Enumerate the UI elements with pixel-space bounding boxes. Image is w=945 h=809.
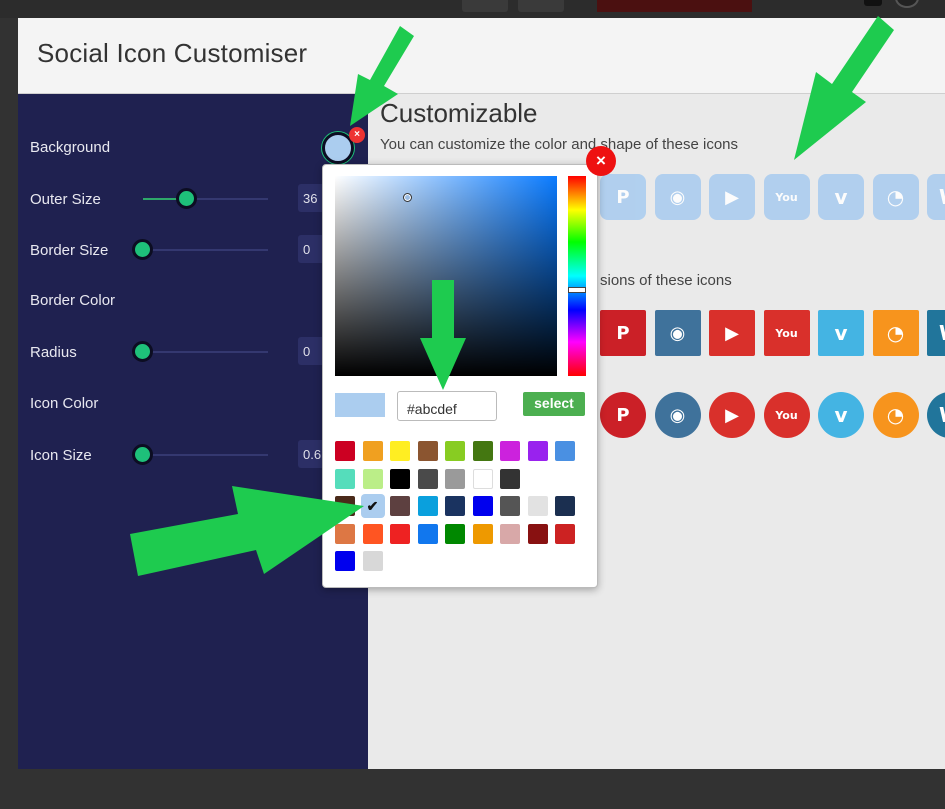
hue-slider-marker[interactable]: [568, 287, 586, 293]
picker-close-icon[interactable]: ×: [586, 146, 616, 176]
content-description: You can customize the color and shape of…: [380, 136, 739, 153]
palette-swatch[interactable]: [500, 496, 520, 516]
icon-size-label: Icon Size: [30, 447, 92, 464]
palette-swatch[interactable]: [555, 523, 575, 544]
radius-label: Radius: [30, 344, 77, 361]
instagram-icon[interactable]: ◉: [654, 174, 701, 220]
radius-slider-knob[interactable]: [132, 341, 153, 362]
palette-swatch[interactable]: [390, 496, 410, 516]
top-toggle-knob[interactable]: [895, 0, 919, 8]
border-size-slider-knob[interactable]: [132, 239, 153, 260]
youtube-classic-icon[interactable]: You: [763, 392, 810, 438]
border-size-slider-track[interactable]: [143, 249, 268, 251]
vimeo-icon[interactable]: v: [818, 392, 864, 438]
palette-swatch[interactable]: [445, 523, 465, 544]
radius-slider-track[interactable]: [143, 351, 268, 353]
rss-icon[interactable]: ◔: [872, 174, 919, 220]
arrow-icon: [420, 280, 466, 390]
palette-swatch[interactable]: [555, 496, 575, 516]
border-color-label: Border Color: [30, 292, 116, 309]
palette-swatch[interactable]: [527, 496, 548, 516]
pinterest-icon[interactable]: P: [600, 174, 646, 220]
top-red-button[interactable]: [597, 0, 752, 12]
hue-slider[interactable]: [568, 176, 586, 376]
hex-color-input[interactable]: [397, 391, 497, 421]
instagram-icon[interactable]: ◉: [654, 310, 701, 356]
youtube-icon[interactable]: ▶: [709, 310, 755, 356]
vimeo-icon[interactable]: v: [818, 310, 864, 356]
palette-swatch[interactable]: [472, 468, 493, 489]
top-tab-button[interactable]: [518, 0, 564, 12]
palette-swatch[interactable]: [555, 441, 575, 461]
arrow-icon: [130, 486, 364, 576]
arrow-icon: [794, 16, 894, 160]
border-size-label: Border Size: [30, 242, 109, 259]
instagram-icon[interactable]: ◉: [654, 392, 701, 438]
palette-swatch[interactable]: [472, 496, 493, 516]
youtube-classic-icon[interactable]: You: [763, 310, 810, 356]
palette-swatch[interactable]: [445, 496, 465, 516]
palette-swatch[interactable]: [500, 441, 520, 461]
palette-swatch[interactable]: [527, 523, 548, 544]
outer-size-label: Outer Size: [30, 191, 101, 208]
outer-size-slider-knob[interactable]: [175, 188, 197, 209]
background-label: Background: [30, 139, 111, 156]
palette-swatch[interactable]: [417, 496, 438, 516]
youtube-icon[interactable]: ▶: [709, 392, 755, 438]
palette-swatch[interactable]: [472, 441, 493, 461]
rss-icon[interactable]: ◔: [872, 392, 919, 438]
pinterest-icon[interactable]: P: [600, 310, 646, 356]
wordpress-icon[interactable]: W: [927, 392, 945, 438]
pinterest-icon[interactable]: P: [600, 392, 646, 438]
youtube-icon[interactable]: ▶: [709, 174, 755, 220]
vimeo-icon[interactable]: v: [818, 174, 864, 220]
palette-swatch[interactable]: [527, 441, 548, 461]
icon-size-slider-track[interactable]: [143, 454, 268, 456]
top-tab-button[interactable]: [462, 0, 508, 12]
select-button[interactable]: select: [523, 392, 585, 416]
content-description-partial: sions of these icons: [600, 272, 732, 289]
icon-size-slider-knob[interactable]: [132, 444, 153, 465]
palette-swatch[interactable]: [472, 523, 493, 544]
palette-swatch[interactable]: [390, 523, 410, 544]
palette-swatch[interactable]: [445, 441, 465, 461]
palette-swatch[interactable]: [362, 441, 383, 461]
palette-swatch[interactable]: [417, 441, 438, 461]
wordpress-icon[interactable]: W: [927, 310, 945, 356]
palette-swatch[interactable]: [500, 468, 520, 489]
palette-swatch[interactable]: [445, 468, 465, 489]
settings-sidebar: Background × Outer Size 36 Border Size 0…: [18, 94, 368, 769]
wordpress-icon[interactable]: W: [927, 174, 945, 220]
arrow-icon: [350, 26, 414, 126]
palette-swatch[interactable]: [417, 468, 438, 489]
icon-color-label: Icon Color: [30, 395, 99, 412]
youtube-classic-icon[interactable]: You: [763, 174, 810, 220]
app-title: Social Icon Customiser: [37, 38, 308, 68]
top-gear-icon[interactable]: [864, 0, 882, 6]
palette-swatch[interactable]: [335, 441, 355, 461]
saturation-marker[interactable]: [403, 193, 412, 202]
palette-swatch[interactable]: [500, 523, 520, 544]
color-preview: [335, 393, 385, 417]
rss-icon[interactable]: ◔: [872, 310, 919, 356]
palette-swatch[interactable]: [390, 441, 410, 461]
palette-swatch[interactable]: [390, 468, 410, 489]
palette-swatch[interactable]: [417, 523, 438, 544]
